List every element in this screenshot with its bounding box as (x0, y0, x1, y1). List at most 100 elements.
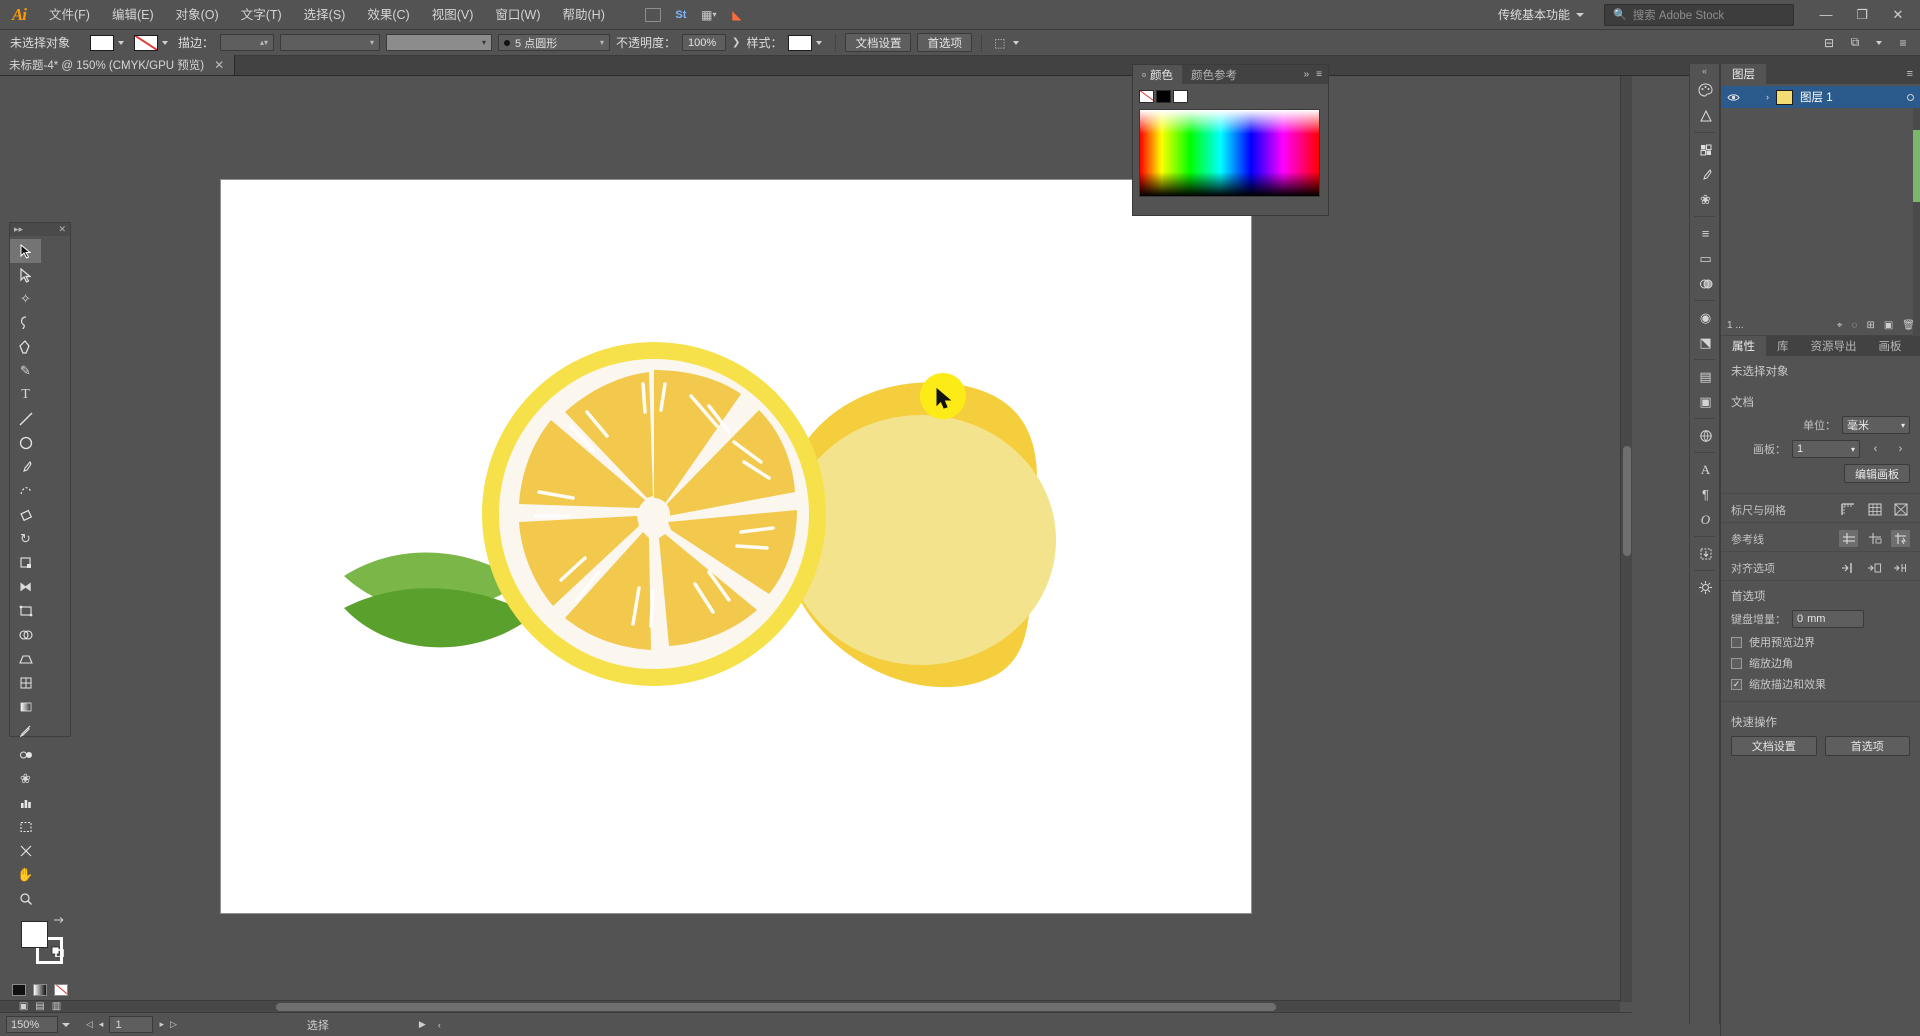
locate-object-button[interactable]: ⌖ (1837, 320, 1843, 331)
tool-gradient[interactable] (10, 695, 41, 719)
menu-select[interactable]: 选择(S) (293, 0, 357, 30)
artboards-panel-icon[interactable]: ▣ (1690, 389, 1721, 414)
menu-help[interactable]: 帮助(H) (552, 0, 616, 30)
show-grid-icon[interactable] (1865, 501, 1884, 518)
double-chevron-icon[interactable]: » (1304, 69, 1310, 80)
show-guides-icon[interactable] (1839, 530, 1858, 547)
close-icon[interactable]: ✕ (58, 224, 66, 235)
transform-control[interactable]: ⬚ (991, 34, 1023, 52)
pathfinder-panel-icon[interactable] (1690, 271, 1721, 296)
tool-zoom[interactable] (10, 887, 41, 911)
graphic-style-control[interactable] (788, 34, 826, 51)
fill-swatch[interactable] (90, 34, 115, 51)
draw-behind-icon[interactable]: ▤ (35, 1001, 44, 1012)
panel-menu-icon[interactable]: ≡ (1894, 34, 1912, 52)
unit-select[interactable]: 毫米 ▾ (1842, 416, 1910, 434)
layers-scrollbar[interactable] (1913, 108, 1920, 336)
arrange-icon[interactable]: ⧉ (1846, 34, 1864, 52)
scale-strokes-effects-checkbox[interactable]: ✓ (1731, 678, 1742, 690)
scale-corners-checkbox-row[interactable]: 缩放边角 (1731, 655, 1910, 671)
create-new-layer-button[interactable]: ▣ (1884, 320, 1893, 331)
next-artboard-icon[interactable]: ▸ (159, 1019, 164, 1030)
quick-action-preferences-button[interactable]: 首选项 (1824, 736, 1910, 756)
close-button[interactable]: ✕ (1880, 1, 1916, 29)
artboard[interactable] (221, 180, 1251, 913)
tab-artboards[interactable]: 画板 (1868, 336, 1913, 356)
opacity-input[interactable]: 100% (682, 34, 727, 51)
layer-target-icon[interactable] (1907, 93, 1914, 101)
tool-ellipse[interactable] (10, 431, 41, 455)
stroke-weight-input[interactable]: ▴▾ (220, 34, 275, 51)
prev-artboard-icon[interactable]: ◂ (99, 1019, 104, 1030)
tab-layers[interactable]: 图层 (1721, 64, 1766, 84)
menu-effect[interactable]: 效果(C) (356, 0, 420, 30)
tool-line-segment[interactable] (10, 407, 41, 431)
start-icon[interactable]: ◣ (724, 4, 750, 26)
fill-color-box[interactable] (21, 921, 48, 948)
tab-asset-export[interactable]: 资源导出 (1800, 336, 1868, 356)
status-expand-icon[interactable]: ‹ (438, 1020, 441, 1030)
tool-blend[interactable] (10, 743, 41, 767)
color-spectrum[interactable] (1139, 109, 1320, 197)
tool-rotate[interactable]: ↻ (10, 527, 41, 551)
tool-shaper[interactable] (10, 479, 41, 503)
artboard-number-input[interactable]: 1 (109, 1016, 154, 1033)
brush-definition-select[interactable]: 5 点圆形 ▾ (498, 34, 611, 51)
graphic-styles-panel-icon[interactable]: ⬔ (1690, 330, 1721, 355)
tool-curvature[interactable]: ✎ (10, 359, 41, 383)
align-panel-icon[interactable]: ≡ (1690, 221, 1721, 246)
canvas-vertical-scrollbar[interactable] (1620, 76, 1632, 1002)
stroke-swatch-none[interactable] (134, 34, 159, 51)
chevron-right-icon[interactable]: › (1766, 92, 1769, 102)
drag-grip-icon[interactable]: ▸▸ (14, 224, 23, 235)
lock-guides-icon[interactable] (1865, 530, 1884, 547)
stroke-profile-select[interactable]: ▾ (280, 34, 381, 51)
symbols-panel-icon[interactable]: ❀ (1690, 187, 1721, 212)
preferences-button[interactable]: 首选项 (917, 33, 972, 52)
chevron-down-icon[interactable] (162, 40, 169, 45)
tool-shape-builder[interactable] (10, 623, 41, 647)
swatch-black[interactable] (1156, 90, 1171, 103)
keyboard-increment-input[interactable]: 0 mm (1792, 610, 1864, 628)
artboard-select[interactable]: 1 ▾ (1792, 440, 1860, 458)
snap-to-point-icon[interactable] (1839, 559, 1858, 576)
status-play-icon[interactable]: ▶ (419, 1019, 426, 1030)
edit-artboards-button[interactable]: 编辑画板 (1844, 464, 1910, 483)
tool-width[interactable]: ⧓ (10, 575, 41, 599)
scale-strokes-effects-checkbox-row[interactable]: ✓ 缩放描边和效果 (1731, 676, 1910, 692)
swatch-none[interactable] (1139, 90, 1154, 103)
canvas-area[interactable] (0, 76, 1632, 1021)
show-rulers-icon[interactable] (1839, 501, 1858, 518)
smart-guides-icon[interactable] (1891, 530, 1910, 547)
layer-name[interactable]: 图层 1 (1800, 89, 1833, 105)
double-chevron-icon[interactable]: « (1690, 64, 1719, 78)
lemon-illustration[interactable] (221, 180, 1251, 913)
bridge-icon[interactable] (640, 4, 666, 26)
tab-color-guide[interactable]: 颜色参考 (1182, 65, 1246, 84)
snap-to-pixel-icon[interactable] (1891, 559, 1910, 576)
artboard-next-icon[interactable]: › (1891, 441, 1910, 458)
tool-artboard[interactable] (10, 815, 41, 839)
tool-magic-wand[interactable]: ✧ (10, 287, 41, 311)
menu-edit[interactable]: 编辑(E) (101, 0, 165, 30)
stock-search-input[interactable]: 🔍 搜索 Adobe Stock (1604, 3, 1794, 26)
show-transparency-grid-icon[interactable] (1891, 501, 1910, 518)
layers-panel-icon[interactable]: ▤ (1690, 364, 1721, 389)
fill-color-control[interactable] (90, 34, 128, 51)
tool-lasso[interactable] (10, 311, 41, 335)
snap-to-grid-icon[interactable] (1865, 559, 1884, 576)
tool-eyedropper[interactable] (10, 719, 41, 743)
chevron-down-icon[interactable] (816, 40, 823, 45)
tool-symbol-sprayer[interactable]: ❀ (10, 767, 41, 791)
zoom-level-input[interactable]: 150% (6, 1016, 58, 1033)
tool-perspective-grid[interactable] (10, 647, 41, 671)
menu-window[interactable]: 窗口(W) (484, 0, 551, 30)
appearance-panel-icon[interactable]: ◉ (1690, 305, 1721, 330)
tab-libraries[interactable]: 库 (1766, 336, 1800, 356)
graphic-style-swatch[interactable] (788, 34, 813, 51)
menu-type[interactable]: 文字(T) (230, 0, 293, 30)
tool-type[interactable]: T (10, 383, 41, 407)
chevron-down-icon[interactable] (1876, 40, 1882, 45)
swatches-panel-icon[interactable] (1690, 137, 1721, 162)
align-icon[interactable]: ⊟ (1820, 34, 1838, 52)
